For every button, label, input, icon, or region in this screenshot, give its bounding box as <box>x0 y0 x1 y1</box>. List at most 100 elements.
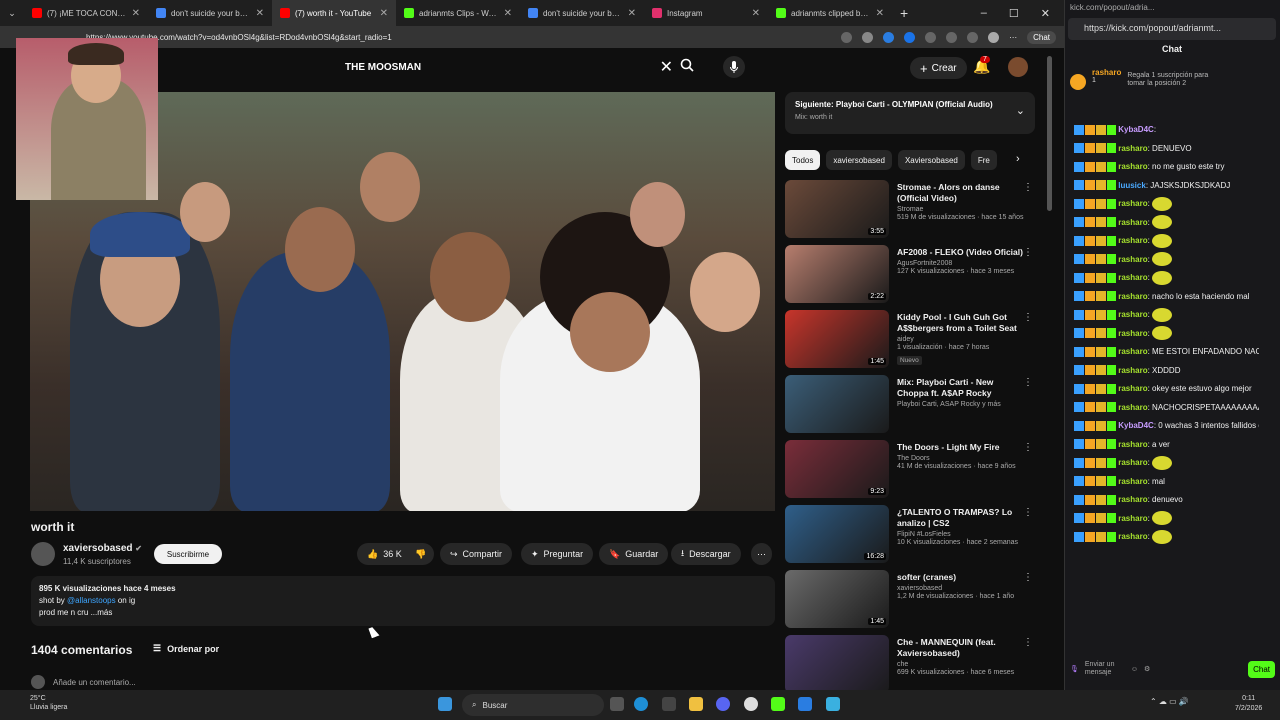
more-options-icon[interactable]: ⋮ <box>1023 377 1033 388</box>
emoji-icon[interactable]: ☺ <box>1131 666 1138 673</box>
video-title[interactable]: Kiddy Pool - I Guh Guh Got A$$bergers fr… <box>897 312 1027 334</box>
app-icon[interactable] <box>826 697 840 711</box>
store-icon[interactable] <box>662 697 676 711</box>
video-title[interactable]: softer (cranes) <box>897 572 1027 583</box>
discord-icon[interactable] <box>716 697 730 711</box>
chat-username[interactable]: rasharo <box>1118 384 1147 393</box>
app-icon[interactable] <box>798 697 812 711</box>
video-thumbnail[interactable] <box>785 635 889 693</box>
subscribe-button[interactable]: Suscribirme <box>154 544 222 564</box>
video-thumbnail[interactable]: 9:23 <box>785 440 889 498</box>
chat-username[interactable]: rasharo <box>1118 458 1147 467</box>
chat-username[interactable]: rasharo <box>1118 255 1147 264</box>
chat-username[interactable]: rasharo <box>1118 144 1147 153</box>
filter-chip[interactable]: Xaviersobased <box>897 150 965 170</box>
close-tab-icon[interactable]: ✕ <box>380 8 388 19</box>
chat-username[interactable]: rasharo <box>1118 292 1147 301</box>
recommended-video[interactable]: 1:45 Kiddy Pool - I Guh Guh Got A$$berge… <box>785 310 1045 375</box>
tab-list-chevron-icon[interactable]: ⌄ <box>0 8 24 19</box>
chevron-right-icon[interactable]: › <box>1016 153 1020 165</box>
close-tab-icon[interactable]: ✕ <box>628 8 636 19</box>
more-options-icon[interactable]: ⋮ <box>1023 572 1033 583</box>
edge-icon[interactable] <box>634 697 648 711</box>
chat-input-area[interactable]: 🎙 Enviar un mensaje ☺ ⚙ Chat <box>1070 654 1275 684</box>
browser-tab[interactable]: Instagram ✕ <box>644 0 768 26</box>
microphone-icon[interactable]: 🎙 <box>1070 665 1079 673</box>
send-chat-button[interactable]: Chat <box>1248 660 1275 678</box>
chrome-icon[interactable] <box>744 697 758 711</box>
taskbar-search[interactable]: ⌕ Buscar <box>462 694 604 716</box>
chat-input[interactable]: Enviar un mensaje <box>1085 661 1125 677</box>
more-options-icon[interactable]: ⋮ <box>1023 182 1033 193</box>
dislike-button[interactable]: 👎 <box>407 543 435 565</box>
chat-username[interactable]: rasharo <box>1118 495 1147 504</box>
windows-start-icon[interactable] <box>438 697 452 711</box>
chevron-down-icon[interactable]: ⌄ <box>1016 104 1025 117</box>
video-title[interactable]: AF2008 - FLEKO (Video Oficial) <box>897 247 1027 258</box>
close-tab-icon[interactable]: ✕ <box>504 8 512 19</box>
channel-name[interactable]: xaviersobased ✔ <box>63 543 142 554</box>
video-title[interactable]: The Doors - Light My Fire <box>897 442 1027 453</box>
tray-icons[interactable]: ⌃ ☁ ▭ 🔊 <box>1150 697 1220 711</box>
save-button[interactable]: 🔖 Guardar <box>599 543 669 565</box>
pinned-gift-banner[interactable]: rasharo 1 Regala 1 suscripción para toma… <box>1070 68 1250 100</box>
chat-username[interactable]: rasharo <box>1118 199 1147 208</box>
file-explorer-icon[interactable] <box>689 697 703 711</box>
chat-username[interactable]: rasharo <box>1118 310 1147 319</box>
video-title[interactable]: ¿TALENTO O TRAMPAS? Lo analizo | CS2 <box>897 507 1027 529</box>
search-icon[interactable] <box>680 58 700 76</box>
chat-username[interactable]: rasharo <box>1118 403 1147 412</box>
recommended-video[interactable]: Mix: Playboi Carti - New Choppa ft. A$AP… <box>785 375 1045 440</box>
chat-username[interactable]: rasharo <box>1118 366 1147 375</box>
task-view-icon[interactable] <box>610 697 624 711</box>
video-thumbnail[interactable] <box>785 375 889 433</box>
recommended-video[interactable]: 16:28 ¿TALENTO O TRAMPAS? Lo analizo | C… <box>785 505 1045 570</box>
filter-chip[interactable]: Fre <box>970 150 997 170</box>
filter-chip[interactable]: xaviersobased <box>826 150 892 170</box>
description-more[interactable]: prod me n cru ...más <box>39 607 767 619</box>
recommended-video[interactable]: 1:45 softer (cranes) xaviersobased 1,2 M d… <box>785 570 1045 635</box>
close-tab-icon[interactable]: ✕ <box>256 8 264 19</box>
weather-widget[interactable]: 25°C Lluvia ligera <box>12 694 67 712</box>
more-options-icon[interactable]: ⋮ <box>1023 247 1033 258</box>
video-thumbnail[interactable]: 1:45 <box>785 570 889 628</box>
download-button[interactable]: ⭳ Descargar <box>671 543 741 565</box>
more-options-icon[interactable]: ⋮ <box>1023 507 1033 518</box>
close-tab-icon[interactable]: ✕ <box>752 8 760 19</box>
video-thumbnail[interactable]: 1:45 <box>785 310 889 368</box>
browser-tab[interactable]: adrianmts clipped by Nach ✕ <box>768 0 892 26</box>
clear-search-icon[interactable]: ✕ <box>660 57 673 77</box>
chat-username[interactable]: rasharo <box>1118 329 1147 338</box>
sort-comments-button[interactable]: ☰ Ordenar por <box>153 643 219 654</box>
description-link[interactable]: @allanstoops <box>67 596 116 605</box>
chat-username[interactable]: KybaD4C <box>1118 421 1154 430</box>
chat-button[interactable]: Chat <box>1027 30 1056 44</box>
maximize-button[interactable]: ☐ <box>1009 7 1019 20</box>
filter-chip[interactable]: Todos <box>785 150 821 170</box>
extension-icon[interactable] <box>883 31 895 43</box>
menu-dots-icon[interactable]: ⋯ <box>1009 33 1017 42</box>
extension-icon[interactable] <box>904 31 916 43</box>
scrollbar[interactable] <box>1047 56 1052 211</box>
settings-gear-icon[interactable]: ⚙ <box>1144 665 1150 673</box>
video-title[interactable]: Mix: Playboi Carti - New Choppa ft. A$AP… <box>897 377 1027 399</box>
video-thumbnail[interactable]: 2:22 <box>785 245 889 303</box>
microphone-icon[interactable] <box>723 56 745 78</box>
video-thumbnail[interactable]: 16:28 <box>785 505 889 563</box>
create-button[interactable]: + Crear <box>910 57 967 79</box>
chat-username[interactable]: rasharo <box>1118 514 1147 523</box>
like-button[interactable]: 👍 36 K <box>357 543 410 565</box>
chat-username[interactable]: rasharo <box>1118 347 1147 356</box>
new-tab-button[interactable]: + <box>900 5 908 21</box>
chat-username[interactable]: rasharo <box>1118 162 1147 171</box>
close-window-button[interactable]: ✕ <box>1041 7 1050 20</box>
chat-username[interactable]: rasharo <box>1118 440 1147 449</box>
video-title[interactable]: Che - MANNEQUIN (feat. Xaviersobased) <box>897 637 1027 659</box>
video-thumbnail[interactable]: 3:55 <box>785 180 889 238</box>
search-input[interactable]: THE MOOSMAN ✕ <box>337 56 673 78</box>
browser-tab[interactable]: (7) worth it - YouTube ✕ <box>272 0 396 26</box>
recommended-video[interactable]: 9:23 The Doors - Light My Fire The Doors 4… <box>785 440 1045 505</box>
browser-tab[interactable]: don't suicide your beautifu ✕ <box>148 0 272 26</box>
extension-icon[interactable] <box>967 31 979 43</box>
more-options-icon[interactable]: ⋮ <box>1023 312 1033 323</box>
